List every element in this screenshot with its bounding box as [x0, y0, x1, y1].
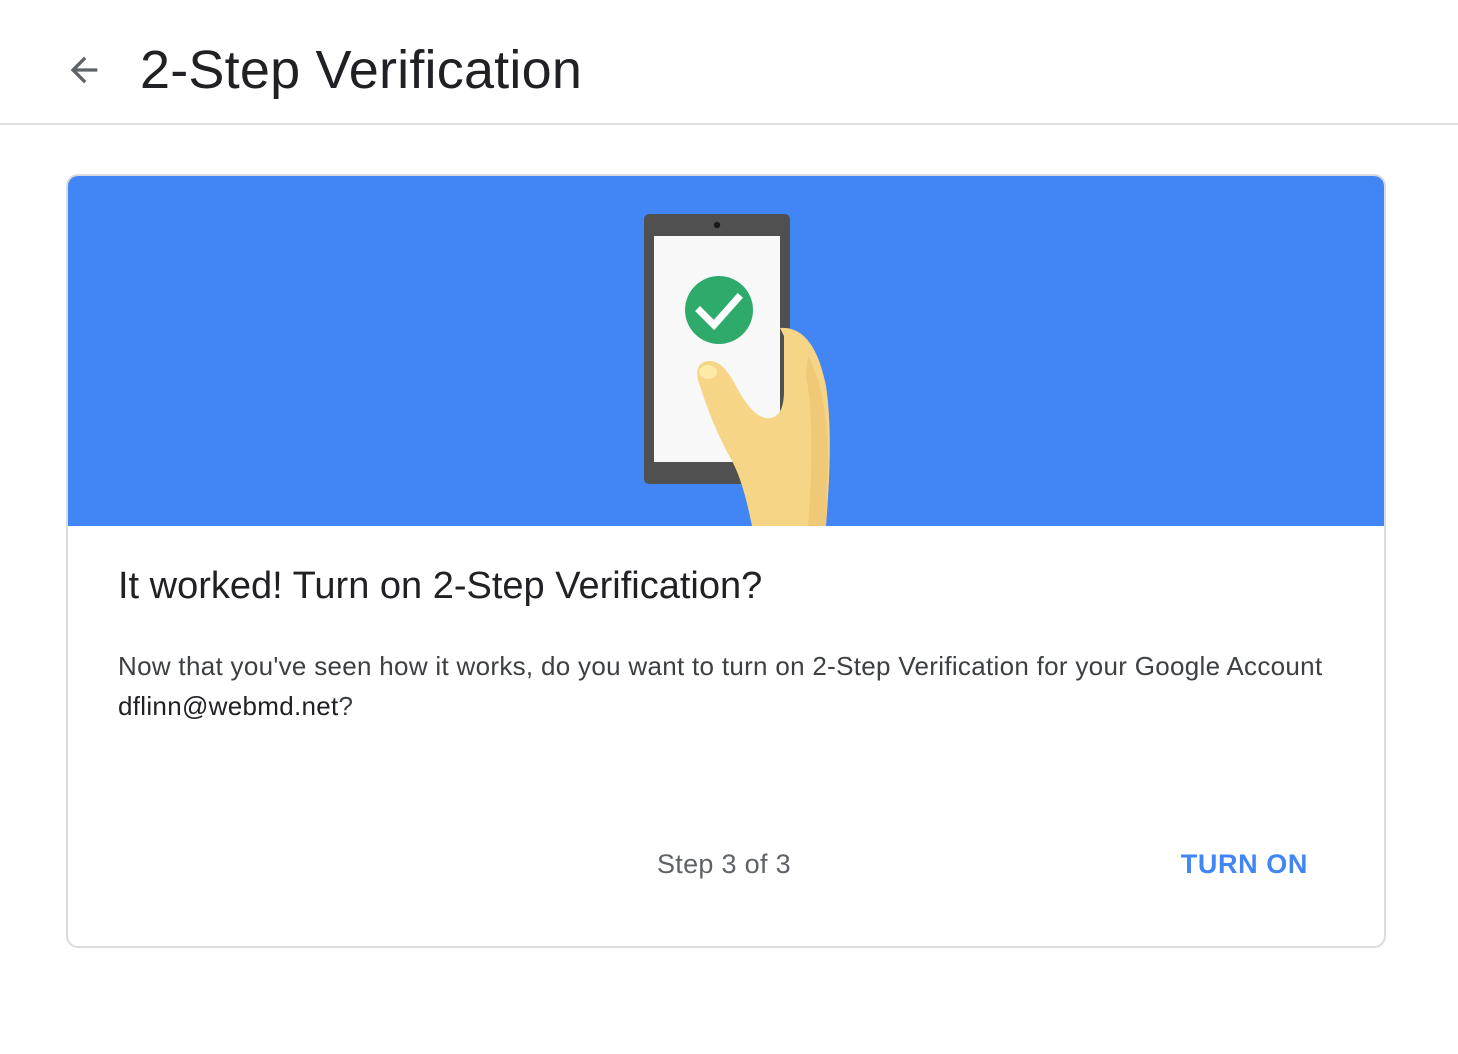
back-button[interactable] [56, 42, 112, 98]
verification-card: It worked! Turn on 2-Step Verification? … [66, 174, 1386, 948]
body-suffix: ? [338, 691, 354, 721]
card-body-text: Now that you've seen how it works, do yo… [118, 646, 1338, 726]
account-email: dflinn@webmd.net [118, 691, 339, 721]
step-indicator: Step 3 of 3 [657, 849, 791, 879]
page-title: 2-Step Verification [140, 40, 583, 100]
arrow-back-icon [70, 56, 98, 84]
card-heading: It worked! Turn on 2-Step Verification? [118, 565, 763, 607]
hero-banner [68, 176, 1384, 526]
body-text: Now that you've seen how it works, do yo… [118, 651, 1323, 681]
phone-in-hand-illustration [644, 214, 830, 526]
checkmark-icon [685, 276, 753, 344]
app-header: 2-Step Verification [0, 0, 1458, 125]
turn-on-button[interactable]: TURN ON [1161, 836, 1328, 892]
